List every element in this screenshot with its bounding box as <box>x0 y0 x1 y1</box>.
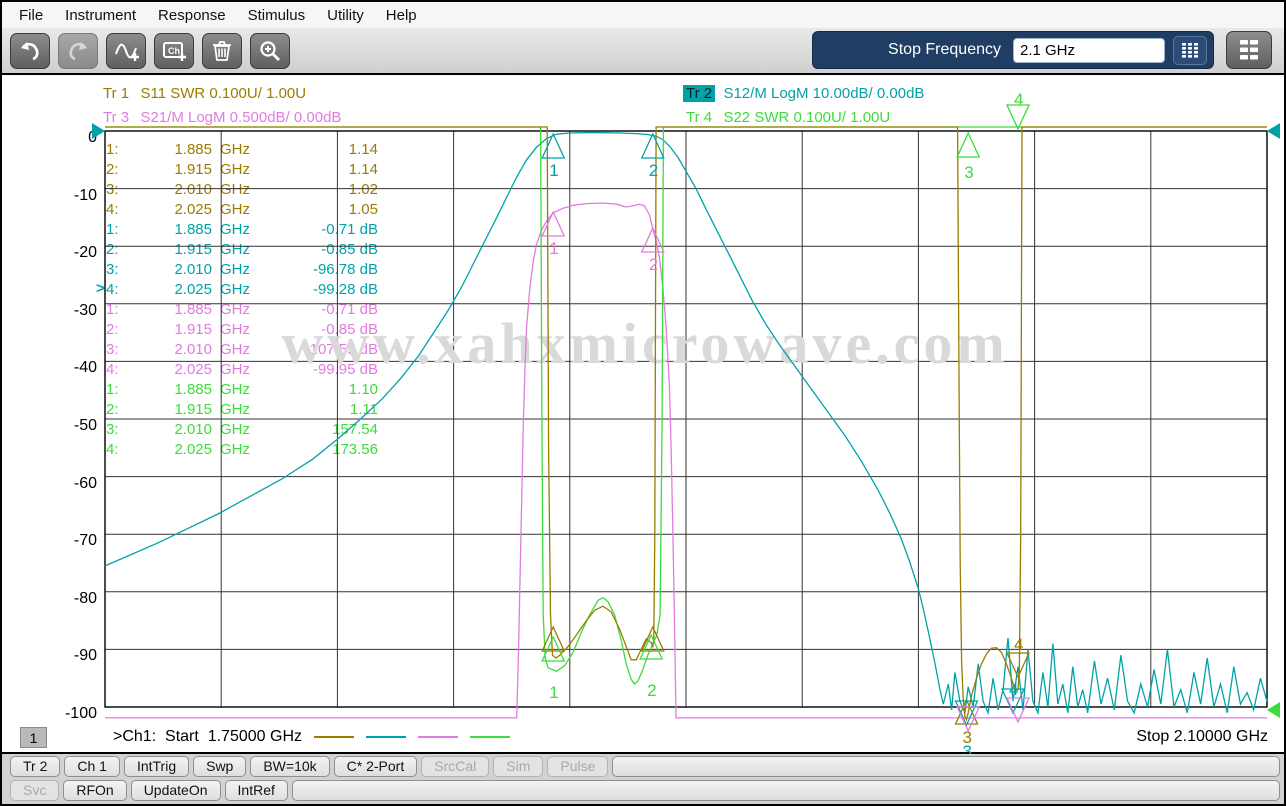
grid-icon <box>1239 39 1259 61</box>
y-axis-tick: -40 <box>37 359 97 377</box>
add-channel-icon: Ch <box>161 38 187 64</box>
softkey-panel-button[interactable] <box>1226 31 1272 69</box>
y-axis-tick: -30 <box>37 302 97 320</box>
redo-button[interactable] <box>58 33 98 69</box>
status-swp[interactable]: Swp <box>193 756 246 777</box>
redo-icon <box>66 39 90 63</box>
status-tr-2[interactable]: Tr 2 <box>10 756 60 777</box>
trace-id-badge[interactable]: Tr 2 <box>683 85 715 102</box>
trace-id-badge[interactable]: Tr 4 <box>683 109 715 126</box>
y-axis-tick: -50 <box>37 417 97 435</box>
marker-label-tr4-m3: 3 <box>964 163 973 182</box>
y-axis-tick: -10 <box>37 187 97 205</box>
status-intref[interactable]: IntRef <box>225 780 288 801</box>
status-spacer <box>612 756 1280 777</box>
menu-bar: FileInstrumentResponseStimulusUtilityHel… <box>2 2 1284 28</box>
trash-icon <box>210 39 234 63</box>
svg-text:Ch: Ch <box>168 46 180 56</box>
delete-button[interactable] <box>202 33 242 69</box>
trace-id-badge[interactable]: Tr 1 <box>100 85 132 102</box>
trace3-swatch <box>418 736 458 738</box>
status-srccal[interactable]: SrcCal <box>421 756 489 777</box>
menu-response[interactable]: Response <box>147 5 237 26</box>
status-svc[interactable]: Svc <box>10 780 59 801</box>
y-axis-tick: 0 <box>37 129 97 147</box>
trace-format-label: S21/M LogM 0.500dB/ 0.00dB <box>132 109 341 126</box>
marker-glyph-tr2-m2[interactable] <box>642 134 664 158</box>
channel-start-text: >Ch1: Start 1.75000 GHz <box>113 728 302 746</box>
active-marker-indicator: > <box>96 280 105 297</box>
status-rfon[interactable]: RFOn <box>63 780 126 801</box>
stop-frequency-readout: Stop 2.10000 GHz <box>1136 728 1268 746</box>
trace-format-label: S22 SWR 0.100U/ 1.00U <box>715 109 890 126</box>
menu-help[interactable]: Help <box>375 5 428 26</box>
stop-frequency-label: Stop Frequency <box>888 41 1001 59</box>
watermark-text: www.xahxmicrowave.com <box>281 311 1008 376</box>
status-bar: Tr 2Ch 1IntTrigSwpBW=10kC* 2-PortSrcCalS… <box>2 754 1284 804</box>
marker-label-tr4-m1: 1 <box>549 683 558 702</box>
trace4-swatch <box>470 736 510 738</box>
marker-glyph-tr4-m3[interactable] <box>957 133 979 157</box>
trace-legend-1[interactable]: Tr 1 S11 SWR 0.100U/ 1.00U <box>100 85 306 102</box>
marker-label-tr1-m4: 4 <box>1014 635 1023 654</box>
status-c-2-port[interactable]: C* 2-Port <box>334 756 418 777</box>
trace2-swatch <box>366 736 406 738</box>
channel-stimulus-line: >Ch1: Start 1.75000 GHz <box>113 728 510 746</box>
keypad-button[interactable] <box>1173 36 1207 65</box>
trace1-swatch <box>314 736 354 738</box>
stop-frequency-panel: Stop Frequency <box>812 31 1214 69</box>
status-sim[interactable]: Sim <box>493 756 543 777</box>
stop-frequency-input[interactable] <box>1013 38 1165 63</box>
undo-icon <box>18 39 42 63</box>
marker-label-tr2-m2: 2 <box>649 161 658 180</box>
status-spacer <box>292 780 1280 801</box>
channel-number-box[interactable]: 1 <box>20 727 47 748</box>
undo-button[interactable] <box>10 33 50 69</box>
chart-plot[interactable]: www.xahxmicrowave.com121212344433 <box>105 131 1267 707</box>
trace-legend-3[interactable]: Tr 3 S21/M LogM 0.500dB/ 0.00dB <box>100 109 341 126</box>
add-trace-button[interactable] <box>106 33 146 69</box>
menu-utility[interactable]: Utility <box>316 5 375 26</box>
status-ch-1[interactable]: Ch 1 <box>64 756 120 777</box>
zoom-button[interactable] <box>250 33 290 69</box>
menu-file[interactable]: File <box>8 5 54 26</box>
add-trace-icon <box>113 38 139 64</box>
marker-glyph-tr3-m2[interactable] <box>642 228 664 252</box>
trace-format-label: S12/M LogM 10.00dB/ 0.00dB <box>715 85 924 102</box>
toolbar: Ch Stop Frequency <box>2 28 1284 73</box>
marker-label-tr4-m2: 2 <box>647 681 656 700</box>
marker-label-tr2-m1: 1 <box>549 161 558 180</box>
y-axis-tick: -80 <box>37 590 97 608</box>
marker-label-tr3-m1: 1 <box>549 239 558 258</box>
marker-glyph-tr2-m1[interactable] <box>542 134 564 158</box>
marker-glyph-tr1-m1[interactable] <box>542 627 564 651</box>
vna-application-window: FileInstrumentResponseStimulusUtilityHel… <box>0 0 1286 806</box>
trace-format-label: S11 SWR 0.100U/ 1.00U <box>132 85 306 102</box>
trace-id-badge[interactable]: Tr 3 <box>100 109 132 126</box>
y-axis-tick: -60 <box>37 475 97 493</box>
status-bw-10k[interactable]: BW=10k <box>250 756 329 777</box>
trace-legend-2[interactable]: Tr 2 S12/M LogM 10.00dB/ 0.00dB <box>683 85 924 102</box>
y-axis-tick: -70 <box>37 532 97 550</box>
zoom-icon <box>258 39 282 63</box>
marker-label-tr3-m2: 2 <box>649 255 658 274</box>
marker-label-tr2-m4: 4 <box>1009 680 1018 699</box>
menu-stimulus[interactable]: Stimulus <box>237 5 317 26</box>
y-axis-tick: -100 <box>37 705 97 723</box>
add-channel-button[interactable]: Ch <box>154 33 194 69</box>
keypad-icon <box>1181 42 1199 58</box>
trace-legend-4[interactable]: Tr 4 S22 SWR 0.100U/ 1.00U <box>683 109 890 126</box>
status-updateon[interactable]: UpdateOn <box>131 780 221 801</box>
menu-instrument[interactable]: Instrument <box>54 5 147 26</box>
status-pulse[interactable]: Pulse <box>547 756 608 777</box>
y-axis-tick: -20 <box>37 244 97 262</box>
status-inttrig[interactable]: IntTrig <box>124 756 189 777</box>
marker-label-tr4-m4: 4 <box>1014 90 1023 109</box>
y-axis-tick: -90 <box>37 647 97 665</box>
